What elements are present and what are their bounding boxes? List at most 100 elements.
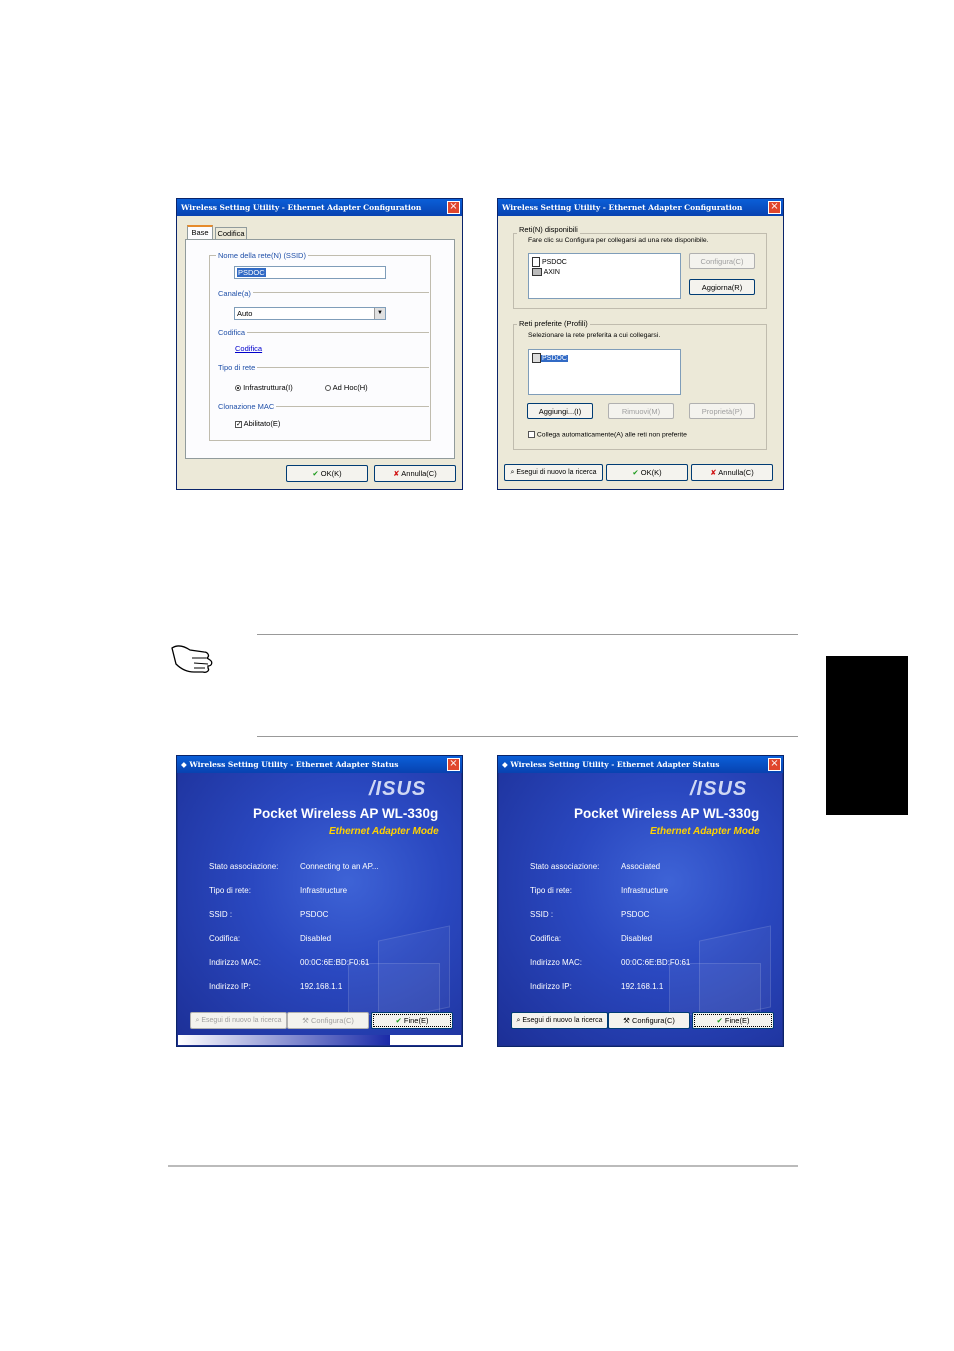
ssid-input[interactable]: PSDOC xyxy=(234,266,386,279)
add-label: Aggiungi...(I) xyxy=(538,407,582,416)
ip-label: Indirizzo IP: xyxy=(530,982,572,991)
finish-label: Fine(E) xyxy=(403,1016,429,1025)
rescan-icon: ⌕ xyxy=(510,468,515,476)
cancel-button[interactable]: ✘ Annulla(C) xyxy=(374,465,456,482)
encryption-label: Codifica: xyxy=(530,934,562,943)
auto-connect-checkbox[interactable]: Collega automaticamente(A) alle reti non… xyxy=(528,431,687,438)
cancel-button[interactable]: ✘ Annulla(C) xyxy=(691,464,773,481)
finish-label: Fine(E) xyxy=(724,1016,750,1025)
check-icon: ✔ xyxy=(716,1016,723,1025)
list-item[interactable]: AXIN xyxy=(532,268,560,276)
progress-fill xyxy=(178,1035,391,1045)
rescan-button[interactable]: ⌕ Esegui di nuovo la ricerca xyxy=(504,464,603,481)
radio-adhoc-label: Ad Hoc(H) xyxy=(332,383,368,392)
config-dialog-base: Wireless Setting Utility - Ethernet Adap… xyxy=(176,198,463,490)
decor xyxy=(348,963,440,1015)
list-item[interactable]: PSDOC xyxy=(532,353,568,363)
refresh-button[interactable]: Aggiorna(R) xyxy=(689,279,755,295)
status-window-connecting: ◆ Wireless Setting Utility - Ethernet Ad… xyxy=(176,755,463,1047)
status-value: Connecting to an AP... xyxy=(300,862,379,871)
check-icon: ✔ xyxy=(395,1016,402,1025)
remove-label: Rimuovi(M) xyxy=(621,407,661,416)
title-bar: Wireless Setting Utility - Ethernet Adap… xyxy=(177,199,462,216)
preferred-group-label: Reti preferite (Profili) xyxy=(517,319,590,328)
auto-connect-label: Collega automaticamente(A) alle reti non… xyxy=(536,431,687,439)
tab-codifica[interactable]: Codifica xyxy=(215,227,247,239)
ssid-value: PSDOC xyxy=(300,910,329,919)
channel-group-label: Canale(a) xyxy=(216,289,253,298)
network-type-label: Tipo di rete: xyxy=(209,886,251,895)
ok-button[interactable]: ✔ OK(K) xyxy=(286,465,368,482)
remove-button[interactable]: Rimuovi(M) xyxy=(608,403,674,419)
checkbox-icon xyxy=(528,431,535,438)
ssid-value: PSDOC xyxy=(621,910,650,919)
configure-button[interactable]: ⚒ Configura(C) xyxy=(287,1012,369,1029)
refresh-label: Aggiorna(R) xyxy=(701,283,743,292)
channel-select[interactable]: Auto ▼ xyxy=(234,307,386,320)
title-bar: Wireless Setting Utility - Ethernet Adap… xyxy=(498,199,783,216)
radio-infrastructure[interactable]: Infrastruttura(I) xyxy=(235,383,293,392)
rescan-icon: ⌕ xyxy=(516,1017,521,1024)
mac-clone-checkbox[interactable]: ✓ Abilitato(E) xyxy=(235,419,280,428)
available-networks-list[interactable]: PSDOC AXIN xyxy=(528,253,681,299)
network-name: PSDOC xyxy=(541,354,568,362)
configure-label: Configura(C) xyxy=(631,1016,675,1025)
section-side-tab xyxy=(826,656,908,815)
tab-base[interactable]: Base xyxy=(187,225,213,239)
network-type-value: Infrastructure xyxy=(300,886,348,895)
tab-codifica-label: Codifica xyxy=(217,229,245,238)
preferred-networks-list[interactable]: PSDOC xyxy=(528,349,681,395)
ok-button[interactable]: ✔ OK(K) xyxy=(606,464,688,481)
network-name: PSDOC xyxy=(541,258,567,266)
mac-group-label: Clonazione MAC xyxy=(216,402,277,411)
wrench-icon: ⚒ xyxy=(623,1016,630,1025)
finish-button[interactable]: ✔ Fine(E) xyxy=(692,1012,774,1029)
network-type-label: Tipo di rete: xyxy=(530,886,572,895)
rescan-button[interactable]: ⌕ Esegui di nuovo la ricerca xyxy=(511,1012,608,1029)
progress-bar xyxy=(178,1035,461,1045)
encryption-group-label: Codifica xyxy=(216,328,248,337)
radio-adhoc[interactable]: Ad Hoc(H) xyxy=(325,383,368,392)
tab-base-label: Base xyxy=(191,228,209,237)
list-item[interactable]: PSDOC xyxy=(532,257,567,267)
check-icon: ✔ xyxy=(632,468,639,477)
chevron-down-icon[interactable]: ▼ xyxy=(374,308,385,319)
close-button[interactable]: × xyxy=(768,758,781,771)
properties-button[interactable]: Proprietà(P) xyxy=(689,403,755,419)
encryption-link[interactable]: Codifica xyxy=(235,344,262,353)
ip-value: 192.168.1.1 xyxy=(621,982,664,991)
mode-label: Ethernet Adapter Mode xyxy=(650,826,760,837)
add-button[interactable]: Aggiungi...(I) xyxy=(527,403,593,419)
rescan-icon: ⌕ xyxy=(195,1017,200,1024)
title-bar: ◆ Wireless Setting Utility - Ethernet Ad… xyxy=(498,756,783,773)
close-button[interactable]: × xyxy=(447,201,460,214)
rescan-label: Esegui di nuovo la ricerca xyxy=(516,469,597,476)
available-hint: Fare clic su Configura per collegarsi ad… xyxy=(528,237,709,244)
channel-value: Auto xyxy=(237,309,253,318)
hand-note-icon xyxy=(171,645,213,673)
close-button[interactable]: × xyxy=(447,758,460,771)
mode-label: Ethernet Adapter Mode xyxy=(329,826,439,837)
rescan-label: Esegui di nuovo la ricerca xyxy=(201,1017,282,1024)
rescan-label: Esegui di nuovo la ricerca xyxy=(522,1017,603,1024)
page-icon xyxy=(532,257,540,267)
asus-logo: /ISUS xyxy=(369,778,427,800)
ip-value: 192.168.1.1 xyxy=(300,982,343,991)
wrench-icon: ⚒ xyxy=(302,1016,309,1025)
x-icon: ✘ xyxy=(710,468,717,477)
title-bar: ◆ Wireless Setting Utility - Ethernet Ad… xyxy=(177,756,462,773)
configure-button[interactable]: ⚒ Configura(C) xyxy=(608,1012,690,1029)
cancel-label: Annulla(C) xyxy=(718,468,754,477)
mac-label: Indirizzo MAC: xyxy=(530,958,583,967)
ssid-label: SSID : xyxy=(209,910,233,919)
mac-label: Indirizzo MAC: xyxy=(209,958,262,967)
window-title: Wireless Setting Utility - Ethernet Adap… xyxy=(181,203,422,212)
finish-button[interactable]: ✔ Fine(E) xyxy=(371,1012,453,1029)
configure-label: Configura(C) xyxy=(700,257,744,266)
encryption-value: Disabled xyxy=(621,934,653,943)
profile-icon xyxy=(532,353,541,363)
mac-value: 00:0C:6E:BD:F0:61 xyxy=(300,958,370,967)
rescan-button[interactable]: ⌕ Esegui di nuovo la ricerca xyxy=(190,1012,287,1029)
configure-button[interactable]: Configura(C) xyxy=(689,253,755,269)
close-button[interactable]: × xyxy=(768,201,781,214)
